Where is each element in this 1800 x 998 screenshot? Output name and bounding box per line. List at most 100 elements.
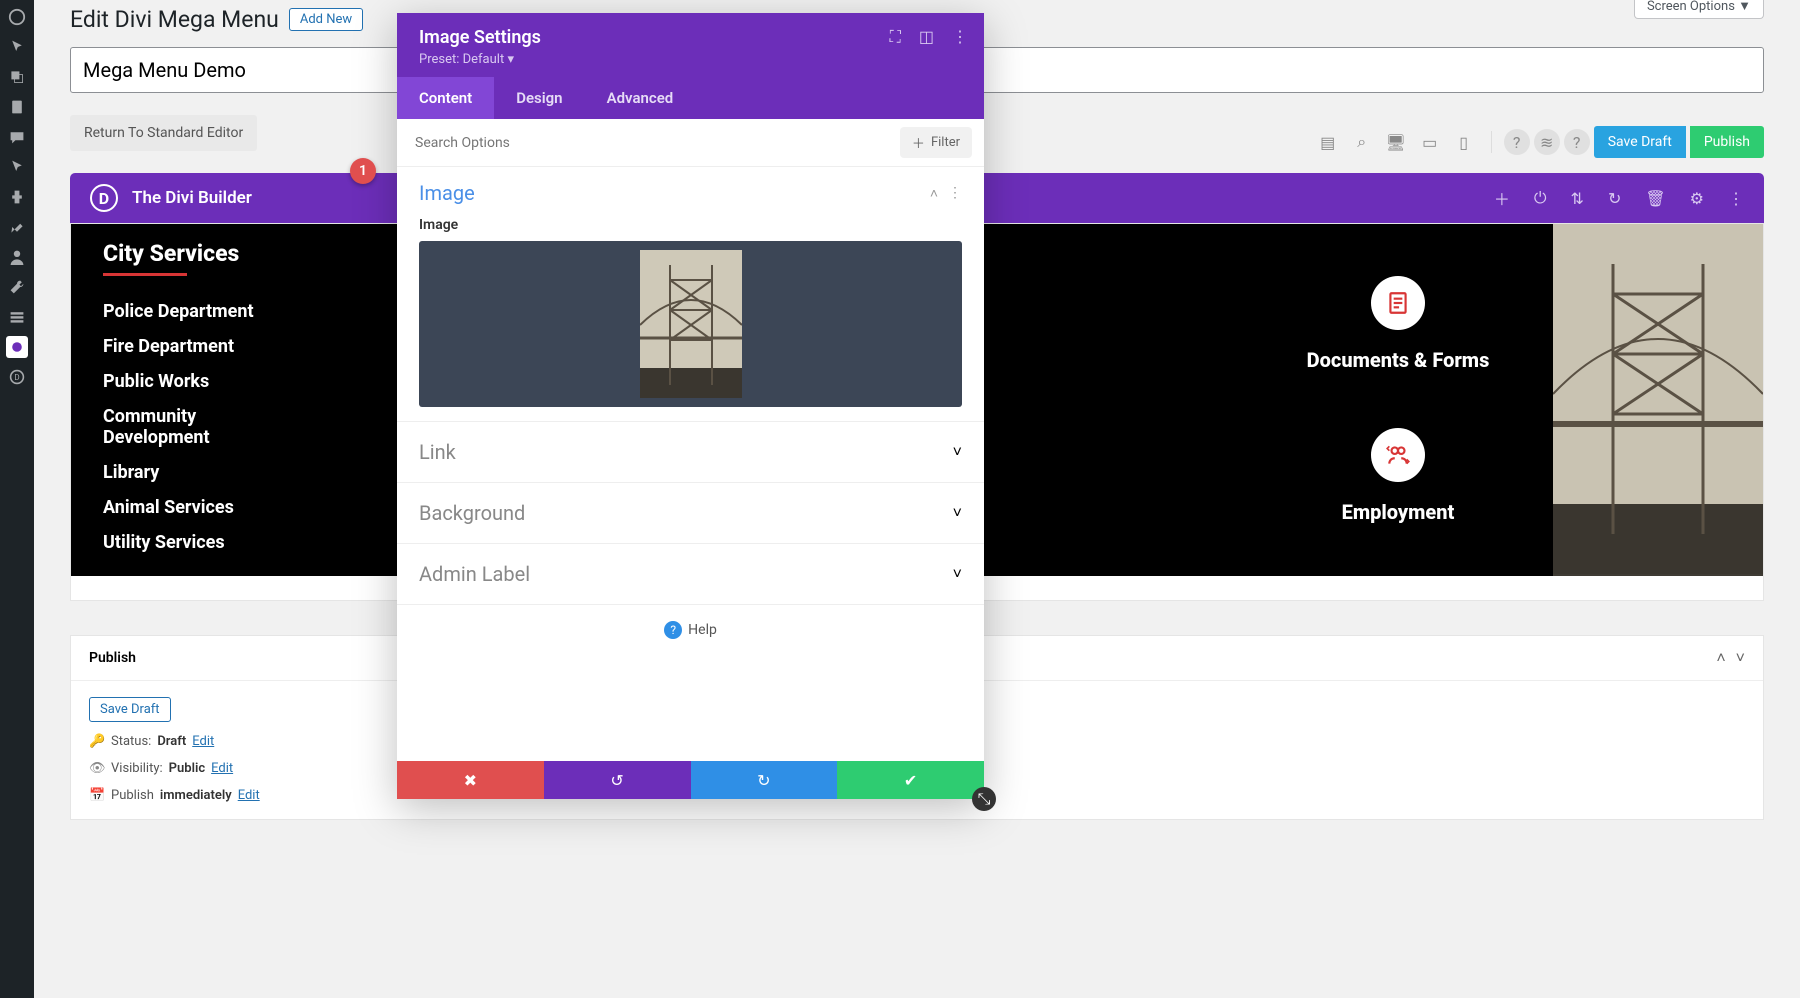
- section-bg-title: Background: [419, 501, 525, 525]
- screen-options-label: Screen Options: [1647, 0, 1735, 14]
- dashboard-icon[interactable]: [6, 6, 28, 28]
- calendar-icon: 📅: [89, 788, 105, 803]
- grid-icon[interactable]: ▤: [1313, 127, 1343, 157]
- gear-icon[interactable]: ⚙: [1690, 189, 1704, 208]
- screen-options-toggle[interactable]: Screen Options ▼: [1634, 0, 1764, 19]
- visibility-label: Visibility:: [111, 761, 163, 776]
- metabox-save-draft-button[interactable]: Save Draft: [89, 697, 171, 722]
- key-icon: 🔑: [89, 734, 105, 749]
- services-list: Police Department Fire Department Public…: [103, 294, 349, 560]
- save-draft-button[interactable]: Save Draft: [1594, 126, 1686, 158]
- builder-toolbar: ▤ ⌕ 🖥 ▭ ▯ ? ≋ ? Save Draft Publish: [1313, 126, 1764, 158]
- history-icon[interactable]: ↻: [1608, 189, 1621, 208]
- modal-confirm-button[interactable]: ✔: [837, 761, 984, 799]
- divi-icon[interactable]: [6, 336, 28, 358]
- service-item[interactable]: Police Department: [103, 294, 349, 329]
- wp-admin-sidebar: D: [0, 0, 34, 998]
- user-icon[interactable]: [6, 246, 28, 268]
- divi-logo-icon: D: [90, 184, 118, 212]
- divi2-icon[interactable]: D: [6, 366, 28, 388]
- service-item[interactable]: Fire Department: [103, 329, 349, 364]
- document-icon[interactable]: [1371, 276, 1425, 330]
- publish-value: immediately: [160, 788, 232, 803]
- search-options-input[interactable]: [409, 129, 900, 157]
- eye-icon: 👁: [89, 761, 105, 776]
- section-image: Image ˄⋮ Image: [397, 167, 984, 422]
- section-link[interactable]: Link ˅: [397, 422, 984, 483]
- search-icon[interactable]: ⌕: [1347, 127, 1377, 157]
- modal-header[interactable]: Image Settings Preset: Default ▾ ⛶ ◫ ⋮: [397, 13, 984, 77]
- media-icon[interactable]: [6, 66, 28, 88]
- focus-icon[interactable]: ⛶: [890, 27, 901, 47]
- modal-more-icon[interactable]: ⋮: [952, 27, 968, 47]
- modal-cancel-button[interactable]: ✖: [397, 761, 544, 799]
- help-label: Help: [688, 622, 717, 638]
- tab-design[interactable]: Design: [494, 77, 584, 119]
- tab-advanced[interactable]: Advanced: [585, 77, 696, 119]
- image-upload-field[interactable]: [419, 241, 962, 407]
- help-row[interactable]: ?Help: [397, 605, 984, 655]
- service-item[interactable]: Animal Services: [103, 490, 349, 525]
- power-icon[interactable]: ⏻: [1534, 188, 1547, 208]
- preset-selector[interactable]: Preset: Default ▾: [419, 52, 962, 67]
- settings-icon[interactable]: [6, 306, 28, 328]
- column-icon[interactable]: ◫: [919, 27, 934, 47]
- pin-icon[interactable]: [6, 36, 28, 58]
- status-label: Status:: [111, 734, 151, 749]
- trash-icon[interactable]: 🗑: [1645, 189, 1665, 208]
- phone-icon[interactable]: ▯: [1449, 127, 1479, 157]
- section-more-icon[interactable]: ⋮: [948, 185, 962, 202]
- employment-icon[interactable]: [1371, 428, 1425, 482]
- desktop-icon[interactable]: 🖥: [1381, 127, 1411, 157]
- chevron-up-icon[interactable]: ˄: [930, 185, 938, 202]
- add-new-button[interactable]: Add New: [289, 8, 363, 31]
- help-icon[interactable]: ?: [1504, 129, 1530, 155]
- pin2-icon[interactable]: [6, 156, 28, 178]
- modal-redo-button[interactable]: ↻: [691, 761, 838, 799]
- services-heading: City Services: [103, 240, 349, 267]
- layers-icon[interactable]: ≋: [1534, 129, 1560, 155]
- svg-text:D: D: [14, 373, 19, 382]
- metabox-down-icon[interactable]: ˅: [1736, 648, 1745, 668]
- publish-label: Publish: [111, 788, 154, 803]
- modal-resize-handle[interactable]: ⤡: [972, 787, 996, 811]
- modal-undo-button[interactable]: ↺: [544, 761, 691, 799]
- visibility-edit-link[interactable]: Edit: [211, 761, 233, 776]
- chevron-down-icon: ˅: [953, 503, 962, 523]
- comments-icon[interactable]: [6, 126, 28, 148]
- appearance-icon[interactable]: [6, 216, 28, 238]
- modal-footer: ✖ ↺ ↻ ✔: [397, 761, 984, 799]
- tools-icon[interactable]: [6, 276, 28, 298]
- service-item[interactable]: Public Works: [103, 364, 349, 399]
- section-background[interactable]: Background ˅: [397, 483, 984, 544]
- chevron-down-icon: ˅: [953, 564, 962, 584]
- add-icon[interactable]: ＋: [1494, 186, 1510, 210]
- service-item[interactable]: Library: [103, 455, 349, 490]
- publish-box-title: Publish: [89, 650, 136, 666]
- service-item[interactable]: Community Development: [103, 399, 283, 455]
- more-icon[interactable]: ⋮: [1728, 189, 1744, 208]
- pages-icon[interactable]: [6, 96, 28, 118]
- metabox-up-icon[interactable]: ˄: [1716, 648, 1725, 668]
- section-admin-title: Admin Label: [419, 562, 530, 586]
- help2-icon[interactable]: ?: [1564, 129, 1590, 155]
- status-edit-link[interactable]: Edit: [192, 734, 214, 749]
- publish-button[interactable]: Publish: [1690, 126, 1764, 158]
- sort-icon[interactable]: ⇅: [1571, 189, 1584, 208]
- chevron-down-icon: ˅: [953, 442, 962, 462]
- publish-edit-link[interactable]: Edit: [238, 788, 260, 803]
- documents-link[interactable]: Documents & Forms: [1307, 348, 1490, 372]
- canvas-col-image[interactable]: [1553, 224, 1763, 576]
- section-image-toggle[interactable]: Image ˄⋮: [419, 181, 962, 205]
- plugins-icon[interactable]: [6, 186, 28, 208]
- tab-content[interactable]: Content: [397, 77, 494, 119]
- filter-button[interactable]: ＋ Filter: [900, 127, 972, 158]
- employment-link[interactable]: Employment: [1342, 500, 1455, 524]
- section-admin-label[interactable]: Admin Label ˅: [397, 544, 984, 605]
- visibility-value: Public: [169, 761, 205, 776]
- modal-title: Image Settings: [419, 27, 962, 48]
- return-standard-editor-button[interactable]: Return To Standard Editor: [70, 115, 257, 151]
- tablet-icon[interactable]: ▭: [1415, 127, 1445, 157]
- service-item[interactable]: Utility Services: [103, 525, 349, 560]
- annotation-badge-1: 1: [350, 158, 376, 184]
